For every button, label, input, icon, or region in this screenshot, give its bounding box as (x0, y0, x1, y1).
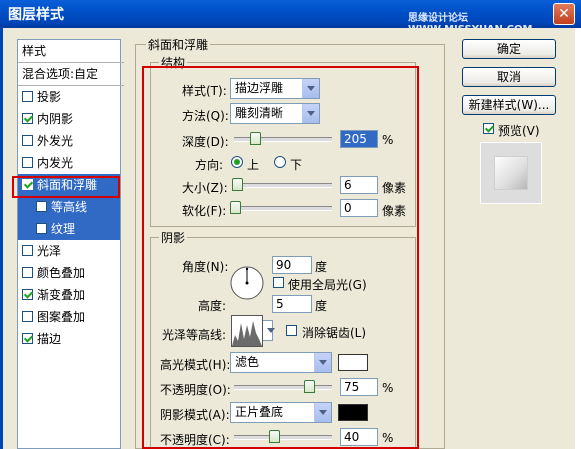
style-list-item-label: 渐变叠加 (37, 288, 86, 302)
bevel-group-title: 斜面和浮雕 (146, 36, 211, 53)
window-title: 图层样式 (8, 7, 64, 23)
style-list-item-label: 投影 (37, 90, 62, 104)
style-list-item-label: 光泽 (37, 244, 62, 258)
style-list-item[interactable]: 光泽 (18, 240, 120, 262)
annotation-highlight-bevel (12, 176, 120, 198)
style-list-item[interactable]: 内阴影 (18, 108, 120, 130)
window-right-edge (575, 28, 581, 449)
style-list-item-label: 内阴影 (37, 112, 74, 126)
preview-label: 预览(V) (498, 124, 540, 138)
style-list-item-label: 描边 (37, 332, 62, 346)
style-checkbox[interactable] (36, 201, 47, 212)
preview-swatch (494, 156, 528, 190)
style-checkbox[interactable] (22, 267, 33, 278)
style-list-item[interactable]: 内发光 (18, 152, 120, 174)
style-list-item[interactable]: 等高线 (18, 196, 120, 218)
style-list-item-label: 外发光 (37, 134, 74, 148)
annotation-highlight-panel (142, 66, 419, 449)
style-checkbox[interactable] (22, 135, 33, 146)
blend-options-item[interactable]: 混合选项:自定 (18, 63, 124, 86)
style-list-item[interactable]: 颜色叠加 (18, 262, 120, 284)
style-checkbox[interactable] (22, 289, 33, 300)
style-list-item[interactable]: 纹理 (18, 218, 120, 240)
new-style-button[interactable]: 新建样式(W)... (462, 95, 556, 115)
style-checkbox[interactable] (22, 333, 33, 344)
style-checkbox[interactable] (36, 223, 47, 234)
style-list-item-label: 图案叠加 (37, 310, 86, 324)
style-list-item-label: 等高线 (51, 200, 88, 214)
style-list-item[interactable]: 图案叠加 (18, 306, 120, 328)
style-checkbox[interactable] (22, 91, 33, 102)
style-list-item-label: 内发光 (37, 156, 74, 170)
close-button[interactable]: ✕ (553, 3, 575, 25)
ok-button[interactable]: 确定 (462, 39, 556, 59)
style-list-item[interactable]: 投影 (18, 86, 120, 108)
style-list-item[interactable]: 外发光 (18, 130, 120, 152)
style-list: 样式 混合选项:自定 投影 内阴影 外发光 内发光 斜面和浮雕 等高线 纹理 光泽 颜色叠加 渐变… (17, 39, 124, 449)
cancel-button[interactable]: 取消 (462, 67, 556, 87)
style-checkbox[interactable] (22, 113, 33, 124)
style-list-item-label: 纹理 (51, 222, 76, 236)
style-list-item-label: 颜色叠加 (37, 266, 86, 280)
style-checkbox[interactable] (22, 311, 33, 322)
style-list-item[interactable]: 描边 (18, 328, 120, 350)
style-checkbox[interactable] (22, 157, 33, 168)
preview-checkbox[interactable] (483, 123, 494, 134)
style-list-item[interactable]: 渐变叠加 (18, 284, 120, 306)
style-checkbox[interactable] (22, 245, 33, 256)
style-list-header[interactable]: 样式 (18, 40, 124, 63)
